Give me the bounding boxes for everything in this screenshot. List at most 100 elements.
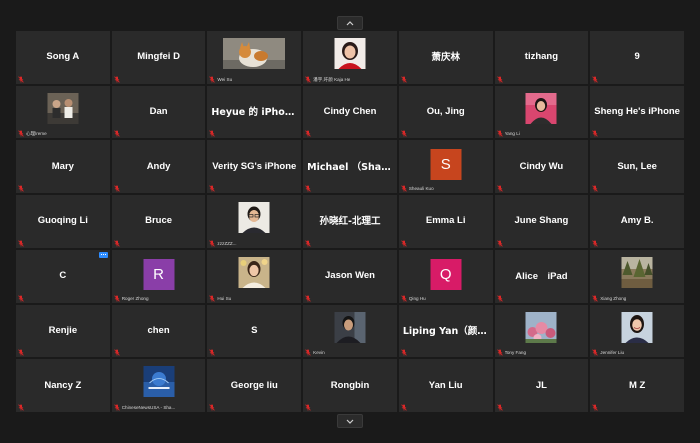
participant-tile[interactable]: ChineseNewsUSA - Sha... [111,359,206,412]
participant-tile[interactable]: Mingfei D [111,31,206,84]
participant-tile[interactable]: Kevin [303,304,397,358]
participant-tile[interactable]: 孙晓红-北理工 [303,195,397,248]
participant-tile[interactable]: Alice iPad [494,249,589,303]
tile-footer [401,240,407,247]
participant-tile[interactable]: Mary [16,140,110,194]
participant-tile[interactable]: Michael （Shan… [303,140,397,194]
avatar-initial: Q [430,258,462,290]
participant-tile[interactable]: S [207,304,302,358]
muted-microphone-icon [592,349,598,356]
tile-footer: Sheauli Kuo [401,185,434,192]
participant-tile[interactable]: chen [111,304,206,358]
participant-tile[interactable]: Nancy Z [16,359,110,412]
participant-name: 9 [634,51,640,63]
muted-microphone-icon [113,185,120,192]
muted-microphone-icon [496,349,503,356]
participant-tile[interactable]: Sun, Lee [590,140,684,194]
participant-tile[interactable]: Song A [16,31,110,84]
muted-microphone-icon [113,240,120,247]
tile-footer [305,185,311,192]
participant-tile[interactable]: Wei Su [207,31,302,84]
muted-microphone-icon [496,294,503,302]
participant-label: Jennifer Liu [600,350,625,356]
participant-name: Cindy Chen [323,105,377,117]
muted-microphone-icon [305,404,311,411]
tile-footer [305,130,311,138]
participant-tile[interactable]: Yan Liu [398,359,493,412]
participant-tile[interactable]: Guoqing Li [16,195,110,248]
participant-tile[interactable]: Jason Wen [303,249,397,303]
tile-footer [113,240,120,247]
participant-label: Hui Su [217,295,232,301]
participant-tile[interactable]: Cindy Chen [303,85,397,139]
tile-footer [401,76,407,83]
participant-tile[interactable]: Andy [111,140,206,194]
participant-tile[interactable]: Yang Li [494,85,589,139]
avatar-initial: R [143,258,175,290]
participant-tile[interactable]: Hui Su [207,249,302,303]
tile-footer [18,349,24,356]
participant-label: Wei Su [217,76,233,82]
participant-name: Verity SG's iPhone [212,160,297,172]
participant-tile[interactable]: Liping Yan（颜利… [398,304,493,358]
participant-tile[interactable]: Emma Li [398,195,493,248]
participant-tile[interactable]: M Z [590,359,684,412]
participant-tile[interactable]: Cindy Wu [494,140,589,194]
participant-label: zzzZZZ... [217,240,237,246]
participant-tile[interactable]: 心理lreme [16,85,110,139]
participant-tile[interactable]: 萧庆林 [398,31,493,84]
participant-name: Alice iPad [515,271,568,283]
participant-tile[interactable]: June Shang [494,195,589,248]
participant-tile[interactable]: Jennifer Liu [590,304,684,358]
page-up-button[interactable] [337,16,363,30]
muted-microphone-icon [305,294,311,302]
participant-tile[interactable]: Bruce [111,195,206,248]
muted-microphone-icon [209,185,216,192]
participant-tile[interactable]: Verity SG's iPhone [207,140,302,194]
participant-tile[interactable]: Heyue 的 iPhone [207,85,302,139]
participant-tile[interactable]: Sheng He's iPhone [590,85,684,139]
participant-tile[interactable]: George liu [207,359,302,412]
tile-footer: Yang Li [496,130,520,138]
tile-footer [209,404,216,411]
tile-footer [209,130,216,138]
participant-tile[interactable]: S Sheauli Kuo [398,140,493,194]
participant-name: Song A [46,51,80,63]
tile-footer: ChineseNewsUSA - Sha... [113,404,175,411]
participant-name: Cindy Wu [519,160,564,172]
muted-microphone-icon [401,240,407,247]
page-down-button[interactable] [337,414,363,428]
participant-label: Tony Fang [504,350,527,356]
participant-tile[interactable]: zzzZZZ... [207,195,302,248]
participant-name: chen [147,324,170,336]
tile-footer: Jennifer Liu [592,349,624,356]
participant-name: Nancy Z [44,379,82,391]
participant-name: Bruce [145,215,173,227]
participant-name: Ou, Jing [426,105,465,117]
participant-tile[interactable]: Dan [111,85,206,139]
muted-microphone-icon [401,76,407,83]
participant-tile[interactable]: Amy B. [590,195,684,248]
participant-name: Dan [149,105,168,117]
participant-tile[interactable]: Ou, Jing [398,85,493,139]
participant-photo [621,256,653,288]
participant-tile[interactable]: tizhang [494,31,589,84]
tile-footer: 潘宇,吁颜 Kaja He [305,76,350,83]
participant-photo [238,256,270,288]
participant-tile[interactable]: Xiang Zhong [590,249,684,303]
participant-tile[interactable]: C [16,249,110,303]
muted-microphone-icon [209,76,216,83]
tile-footer: Wei Su [209,76,232,83]
more-options-button[interactable] [98,251,108,258]
participant-tile[interactable]: Rongbin [303,359,397,412]
participant-tile[interactable]: 潘宇,吁颜 Kaja He [303,31,397,84]
participant-tile[interactable]: Q Qing Hu [398,249,493,303]
participant-tile[interactable]: Tony Fang [494,304,589,358]
participant-tile[interactable]: R Roger Zhong [111,249,206,303]
participant-photo [47,92,79,124]
participant-tile[interactable]: JL [494,359,589,412]
muted-microphone-icon [401,185,407,192]
participant-tile[interactable]: Renjie [16,304,110,358]
muted-microphone-icon [209,349,216,356]
participant-tile[interactable]: 9 [590,31,684,84]
